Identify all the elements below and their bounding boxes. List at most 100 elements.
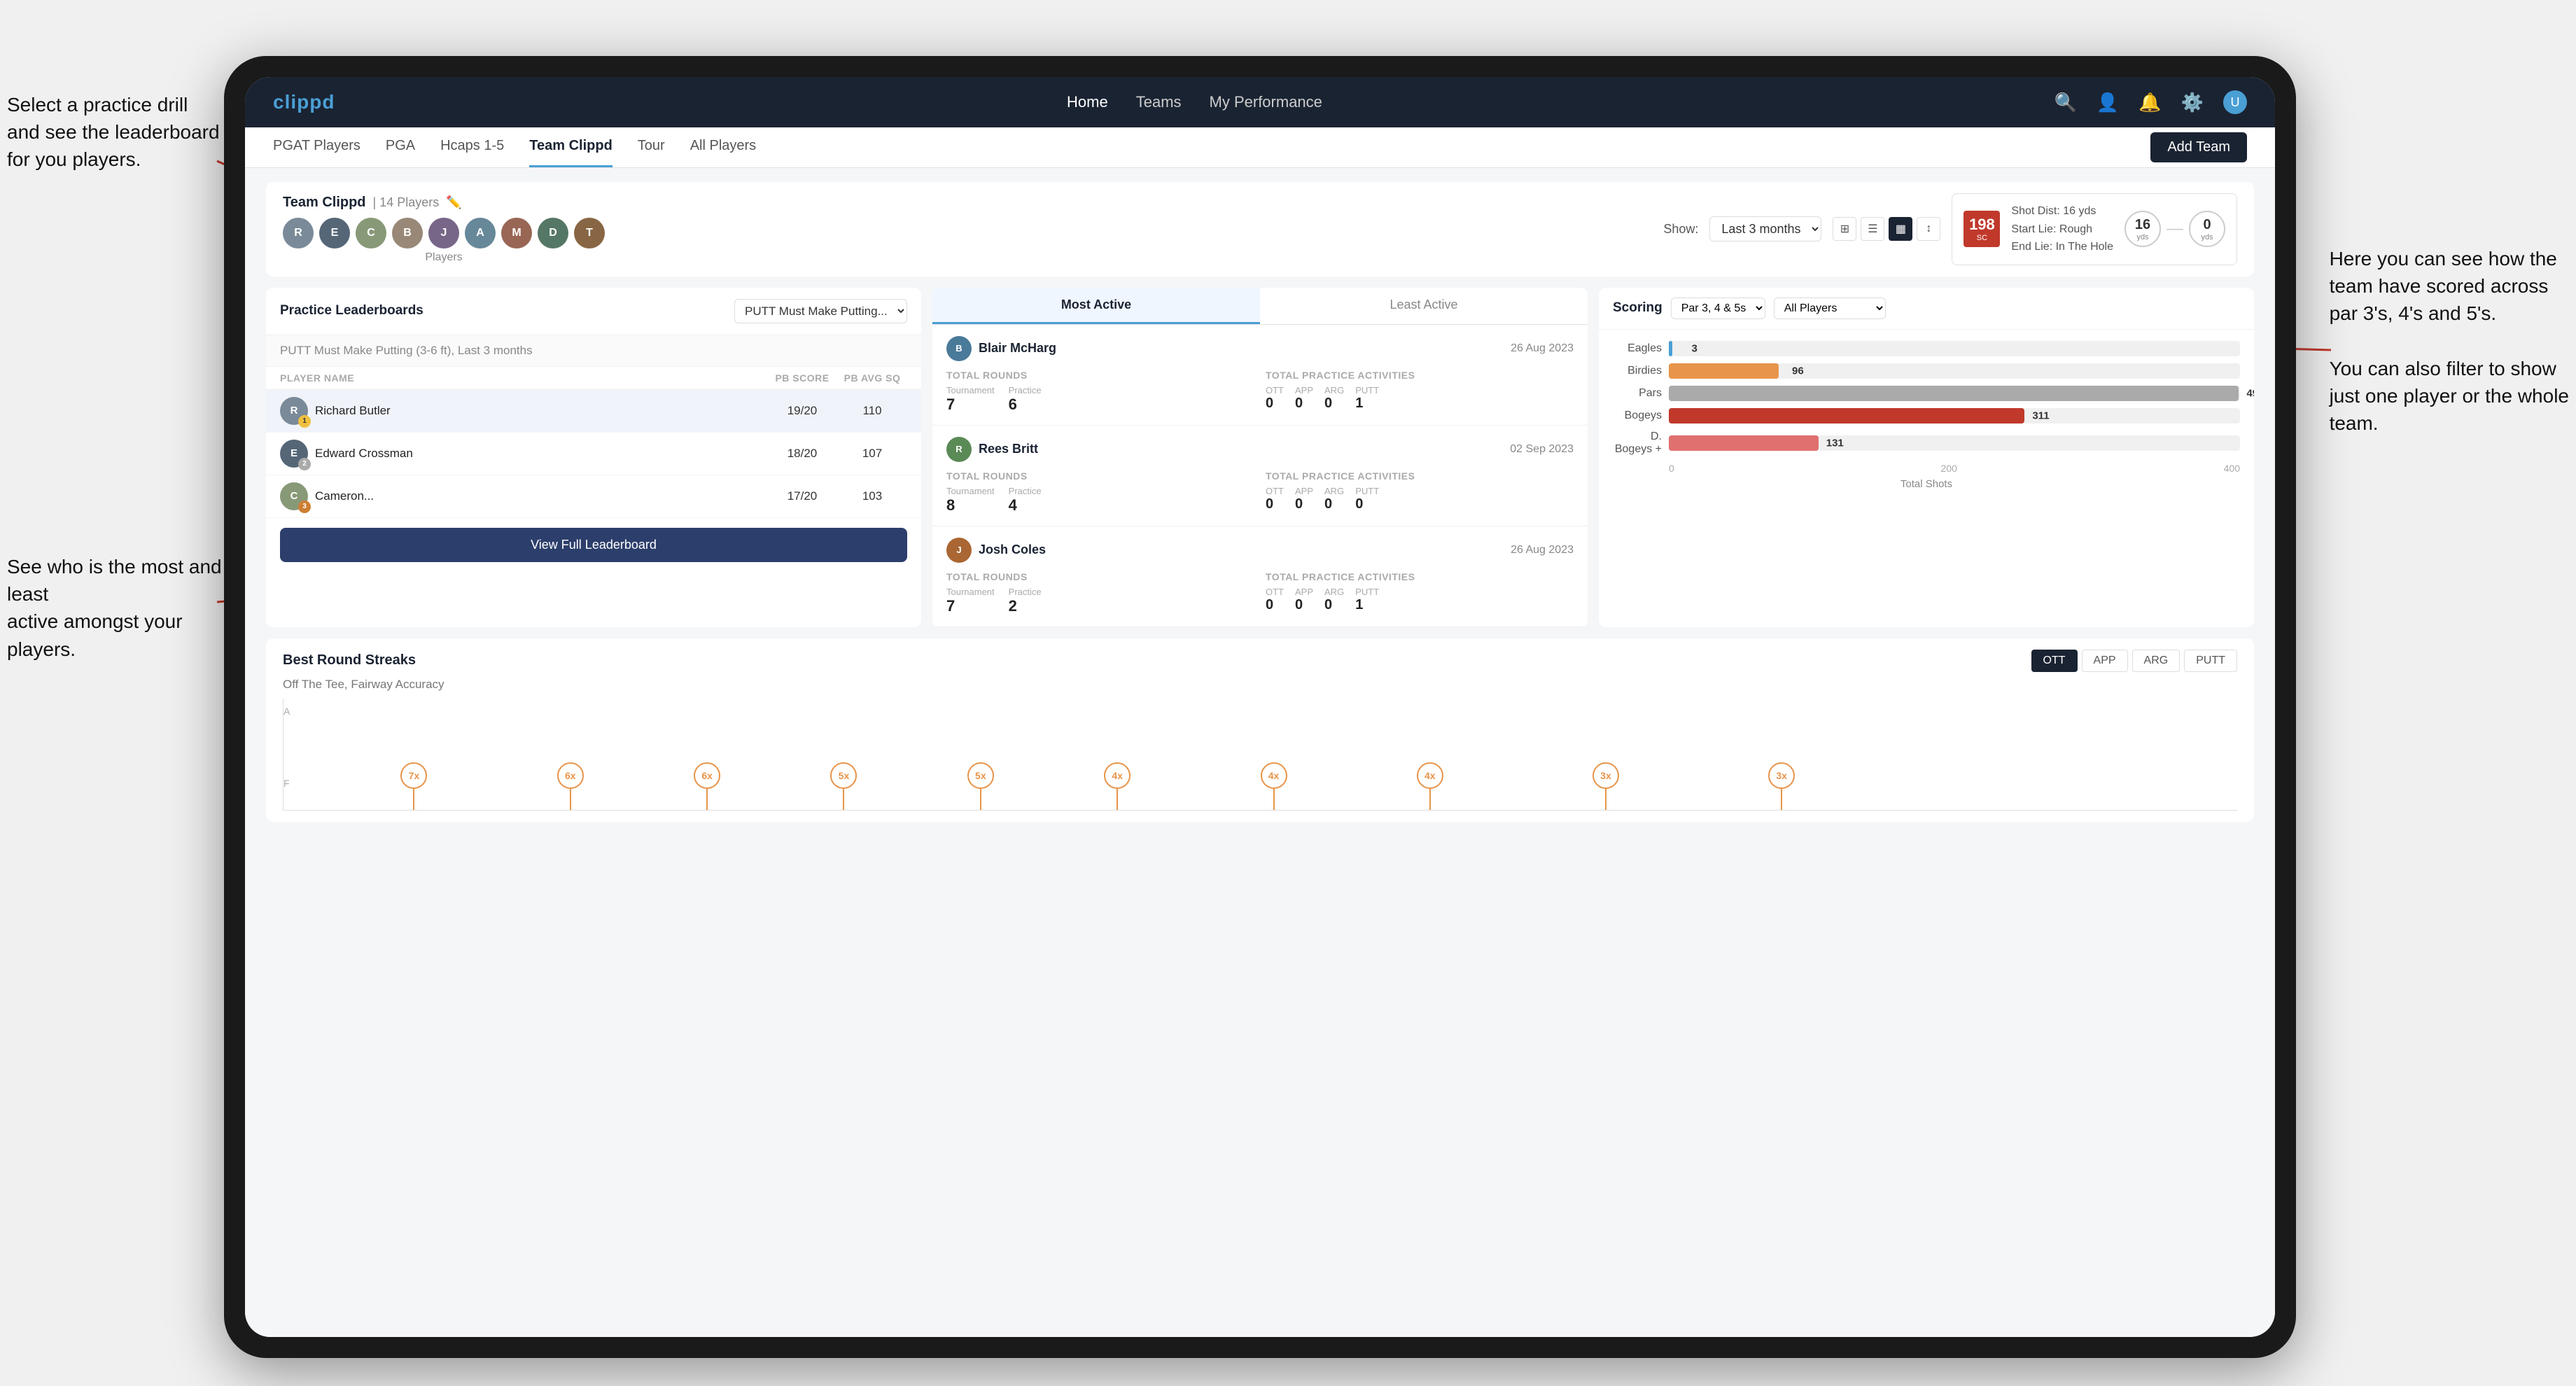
bell-icon[interactable]: 🔔 [2138,92,2161,113]
putt-val-3: 1 [1355,597,1379,613]
streak-pin-line-1 [413,789,414,810]
edit-icon[interactable]: ✏️ [446,195,461,210]
activity-player-1: B Blair McHarg 26 Aug 2023 Total Rounds … [932,325,1588,426]
nav-link-performance[interactable]: My Performance [1210,93,1322,111]
scoring-bar-birdies: Birdies 96 [1613,363,2240,379]
streak-pin-line-2 [570,789,571,810]
pars-label: Pars [1613,387,1662,400]
putt-label-1: PUTT [1355,385,1379,396]
streak-pin-9: 3x [1592,762,1619,810]
scoring-bar-eagles: Eagles 3 [1613,341,2240,356]
nav-link-home[interactable]: Home [1067,93,1108,111]
activity-avatar-2: R [946,437,972,462]
view-icons: ⊞ ☰ ▦ ↕ [1833,217,1940,241]
arg-label-2: ARG [1324,486,1344,496]
add-team-button[interactable]: Add Team [2150,132,2247,162]
pars-fill: 499 [1669,386,2239,401]
drill-period: Last 3 months [458,344,533,357]
subnav-team-clippd[interactable]: Team Clippd [529,127,612,167]
scoring-bar-dbogeys: D. Bogeys + 131 [1613,430,2240,456]
view-sort-icon[interactable]: ↕ [1917,217,1940,241]
total-rounds-row-3: Tournament 7 Practice 2 [946,587,1254,615]
person-icon[interactable]: 👤 [2096,92,2119,113]
drill-name: PUTT Must Make Putting (3-6 ft), [280,344,454,357]
scoring-chart: Eagles 3 Birdies [1599,330,2254,501]
putt-stat-2: PUTT 0 [1355,486,1379,512]
streak-pin-label-7: 4x [1261,762,1287,789]
scoring-bar-pars: Pars 499 [1613,386,2240,401]
drill-select[interactable]: PUTT Must Make Putting... Other Drill [734,299,907,323]
subnav-pga[interactable]: PGA [386,127,415,167]
view-list-icon[interactable]: ☰ [1861,217,1884,241]
streaks-header: Best Round Streaks OTT APP ARG PUTT [283,650,2237,672]
ott-stat-2: OTT 0 [1266,486,1284,512]
shot-circle-1-val: 16 [2135,217,2150,233]
lb-table-header: PLAYER NAME PB SCORE PB AVG SQ [266,367,921,390]
birdies-fill: 96 [1669,363,1779,379]
axis-400: 400 [2224,463,2240,474]
streak-pin-line-3 [706,789,708,810]
team-header: Team Clippd | 14 Players ✏️ R E C B J A … [266,182,2254,276]
search-icon[interactable]: 🔍 [2054,92,2076,113]
shot-circle-2-val: 0 [2203,217,2211,233]
arg-val-1: 0 [1324,396,1344,412]
tournament-label-2: Tournament [946,486,995,496]
show-select[interactable]: Last 3 months Last 6 months This year [1709,216,1821,241]
streak-pin-line-10 [1781,789,1782,810]
avatar-icon[interactable]: U [2223,90,2247,114]
lb-row-2: E 2 Edward Crossman 18/20 107 [266,433,921,475]
lb-name-1: Richard Butler [315,404,391,418]
view-card-icon[interactable]: ▦ [1889,217,1912,241]
app-stat-1: APP 0 [1295,385,1313,412]
streaks-filter-ott[interactable]: OTT [2031,650,2078,672]
ott-val-3: 0 [1266,597,1284,613]
three-col-grid: Practice Leaderboards PUTT Must Make Put… [266,288,2254,627]
activity-stats-2: Total Rounds Tournament 8 Practice 4 [946,470,1574,514]
players-label: Players [283,251,605,264]
leaderboard-title: Practice Leaderboards [280,303,424,318]
streak-pin-10: 3x [1768,762,1795,810]
lb-score-3: 17/20 [767,489,837,503]
shot-info: Shot Dist: 16 yds Start Lie: Rough End L… [2011,202,2113,256]
team-header-left: Team Clippd | 14 Players ✏️ R E C B J A … [283,195,605,264]
arg-val-2: 0 [1324,496,1344,512]
shot-circle-1: 16 yds [2124,211,2161,247]
streak-pin-6: 4x [1104,762,1130,810]
pars-val: 499 [2246,387,2254,399]
streaks-filter-arg[interactable]: ARG [2132,650,2180,672]
streak-pin-1: 7x [400,762,427,810]
nav-link-teams[interactable]: Teams [1136,93,1182,111]
dbogeys-track: 131 [1669,435,2240,451]
scoring-par-select[interactable]: Par 3, 4 & 5s Par 3s Par 4s Par 5s [1671,298,1765,319]
subnav-pgat[interactable]: PGAT Players [273,127,360,167]
view-full-leaderboard-button[interactable]: View Full Leaderboard [280,528,907,562]
tab-least-active[interactable]: Least Active [1260,288,1588,324]
subnav-tour[interactable]: Tour [638,127,665,167]
practice-stat-1: Practice 6 [1009,385,1042,414]
avatar-7: M [501,218,532,248]
app-label-2: APP [1295,486,1313,496]
lb-player-3: C 3 Cameron... [280,482,767,510]
practice-stat-2: Practice 4 [1009,486,1042,514]
activity-stats-3: Total Rounds Tournament 7 Practice 2 [946,571,1574,615]
scoring-axis: 0 200 400 [1669,463,2240,474]
nav-icons: 🔍 👤 🔔 ⚙️ U [2054,90,2247,114]
tab-most-active[interactable]: Most Active [932,288,1260,324]
subnav-hcaps[interactable]: Hcaps 1-5 [440,127,504,167]
streaks-filter-app[interactable]: APP [2082,650,2128,672]
leaderboard-card-header: Practice Leaderboards PUTT Must Make Put… [266,288,921,335]
practice-activities-group-1: Total Practice Activities OTT 0 APP 0 [1266,370,1574,414]
streak-pin-3: 6x [694,762,720,810]
bogeys-label: Bogeys [1613,410,1662,422]
arg-label-3: ARG [1324,587,1344,597]
drill-subtitle: PUTT Must Make Putting (3-6 ft), Last 3 … [266,335,921,367]
scoring-player-select[interactable]: All Players Individual Player [1774,298,1886,319]
y-axis-bottom: F [284,778,290,789]
view-grid-icon[interactable]: ⊞ [1833,217,1856,241]
team-name: Team Clippd [283,195,366,211]
settings-icon[interactable]: ⚙️ [2181,92,2204,113]
streaks-title: Best Round Streaks [283,652,416,668]
subnav-all-players[interactable]: All Players [690,127,756,167]
shot-end-lie: End Lie: In The Hole [2011,238,2113,256]
streaks-filter-putt[interactable]: PUTT [2184,650,2237,672]
